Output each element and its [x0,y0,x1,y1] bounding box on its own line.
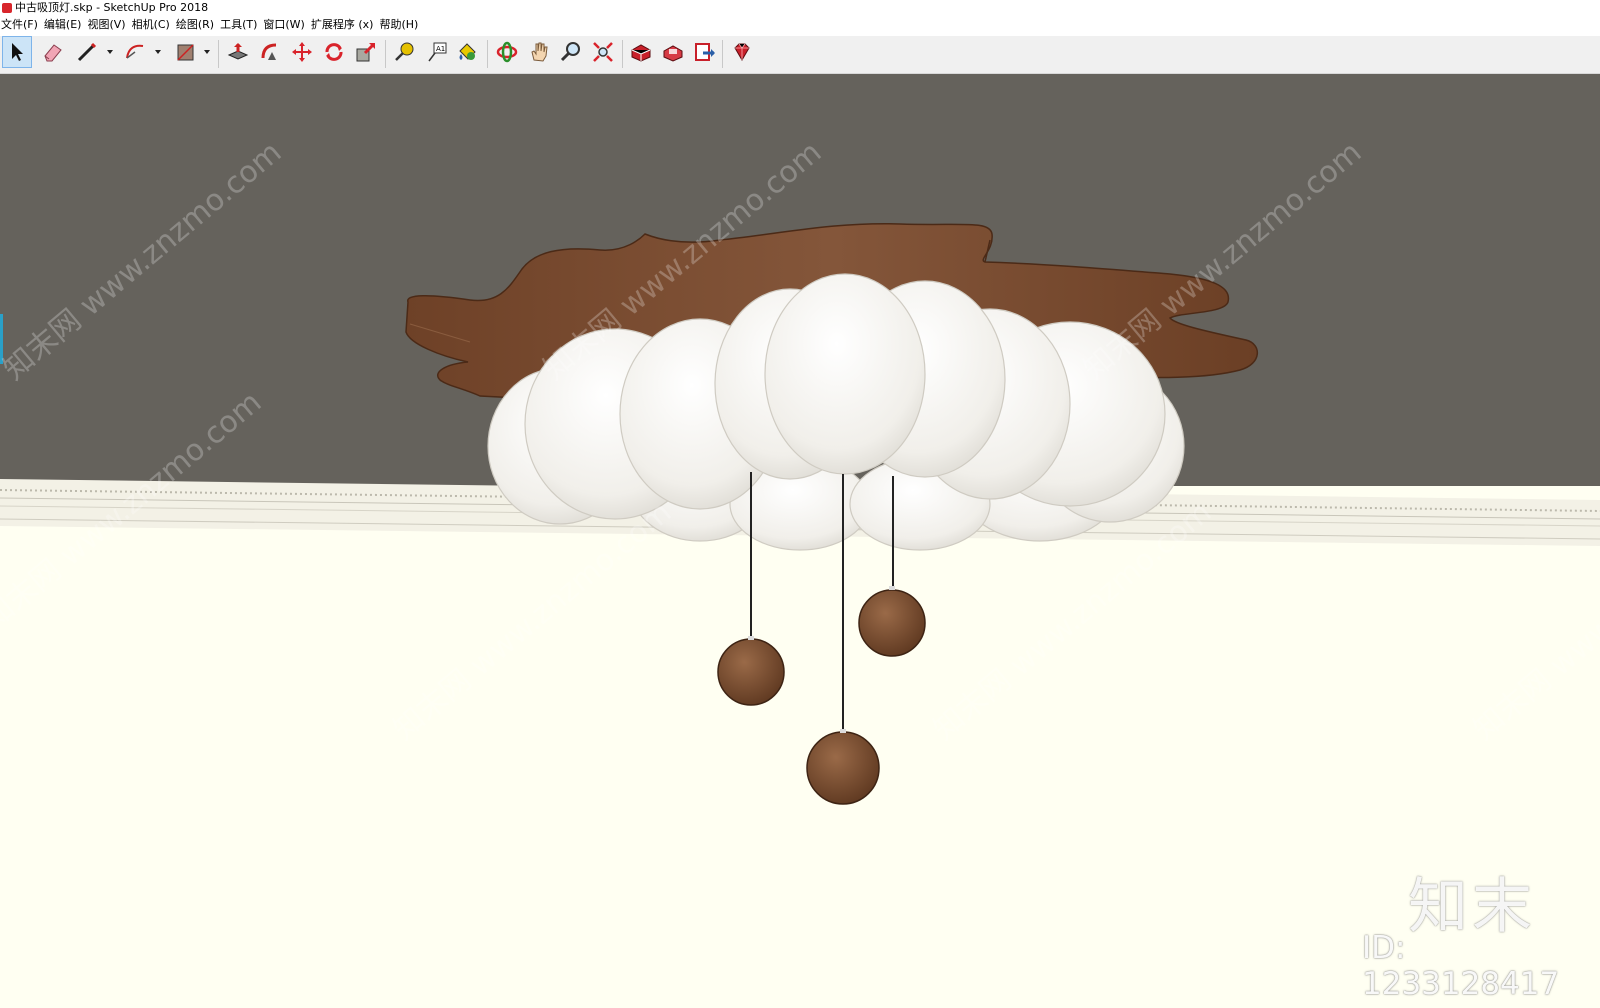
pendant-ball-left [717,638,785,706]
push-pull-tool-icon [227,43,249,60]
toolbar-separator [722,40,723,68]
toolbar-separator [218,40,219,68]
orbit-tool-button[interactable] [492,36,522,68]
menu-file[interactable]: 文件(F) [0,15,43,35]
arc-tool-button[interactable] [120,36,150,68]
menu-tools[interactable]: 工具(T) [219,15,262,35]
text-tool-button[interactable]: A1 [422,36,452,68]
3d-warehouse-button[interactable] [626,36,656,68]
scale-tool-icon [356,42,376,62]
line-tool-button[interactable] [72,36,102,68]
menu-window[interactable]: 窗口(W) [262,15,309,35]
follow-me-tool-icon [261,43,277,60]
toolbar-separator [385,40,386,68]
tape-measure-tool-button[interactable] [390,36,420,68]
tape-measure-tool-icon [395,42,414,61]
menu-edit[interactable]: 编辑(E) [43,15,87,35]
scene-canvas [0,74,1600,1008]
pan-tool-icon [531,42,548,62]
model-viewport[interactable]: 知末网 www.znzmo.com 知末网 www.znzmo.com 知末网 … [0,74,1600,1008]
zoom-tool-button[interactable] [556,36,586,68]
menu-bar: 文件(F) 编辑(E) 视图(V) 相机(C) 绘图(R) 工具(T) 窗口(W… [0,15,1600,35]
zoom-extents-tool-icon [593,42,613,62]
menu-draw[interactable]: 绘图(R) [175,15,219,35]
orbit-tool-icon [496,41,518,63]
toolbar-separator [622,40,623,68]
select-tool-icon [12,43,23,61]
ruby-console-button[interactable] [727,36,757,68]
wall-surface [0,486,1600,1008]
push-pull-tool-button[interactable] [223,36,253,68]
extension-warehouse-button[interactable] [658,36,688,68]
rotate-tool-icon [325,43,343,61]
pendant-ball-right [858,589,926,657]
menu-camera[interactable]: 相机(C) [131,15,175,35]
eraser-tool-button[interactable] [38,36,68,68]
window-title: 中古吸顶灯.skp - SketchUp Pro 2018 [15,1,209,14]
shape-tool-icon [177,44,194,61]
eraser-tool-icon [44,44,62,62]
pendant-ball-center [806,731,880,805]
shape-dropdown-icon[interactable] [203,48,211,56]
move-tool-icon [292,42,312,62]
ruby-console-icon [734,43,750,61]
3d-warehouse-icon [631,44,651,62]
rotate-tool-button[interactable] [319,36,349,68]
menu-help[interactable]: 帮助(H) [378,15,423,35]
menu-extensions[interactable]: 扩展程序 (x) [310,15,379,35]
sketchup-app-icon [2,2,12,13]
move-tool-button[interactable] [287,36,317,68]
extension-warehouse-icon [663,45,683,62]
select-tool-button[interactable] [2,36,32,68]
line-dropdown-icon[interactable] [106,48,114,56]
main-toolbar: A1 [0,36,1600,74]
paint-bucket-tool-button[interactable] [452,36,482,68]
shape-tool-button[interactable] [170,36,200,68]
svg-text:A1: A1 [436,45,445,53]
model-id-label: ID: 1233128417 [1362,930,1560,1002]
toolbar-separator [487,40,488,68]
arc-dropdown-icon[interactable] [154,48,162,56]
line-tool-icon [77,42,97,62]
text-tool-icon: A1 [428,42,447,62]
scale-tool-button[interactable] [351,36,381,68]
zoom-tool-icon [560,42,580,62]
send-to-layout-icon [695,43,715,61]
paint-bucket-tool-icon [459,43,476,60]
menu-view[interactable]: 视图(V) [86,15,130,35]
follow-me-tool-button[interactable] [255,36,285,68]
title-bar: 中古吸顶灯.skp - SketchUp Pro 2018 [0,0,1600,15]
send-to-layout-button[interactable] [690,36,720,68]
zoom-extents-tool-button[interactable] [588,36,618,68]
arc-tool-icon [126,44,144,59]
pan-tool-button[interactable] [524,36,554,68]
